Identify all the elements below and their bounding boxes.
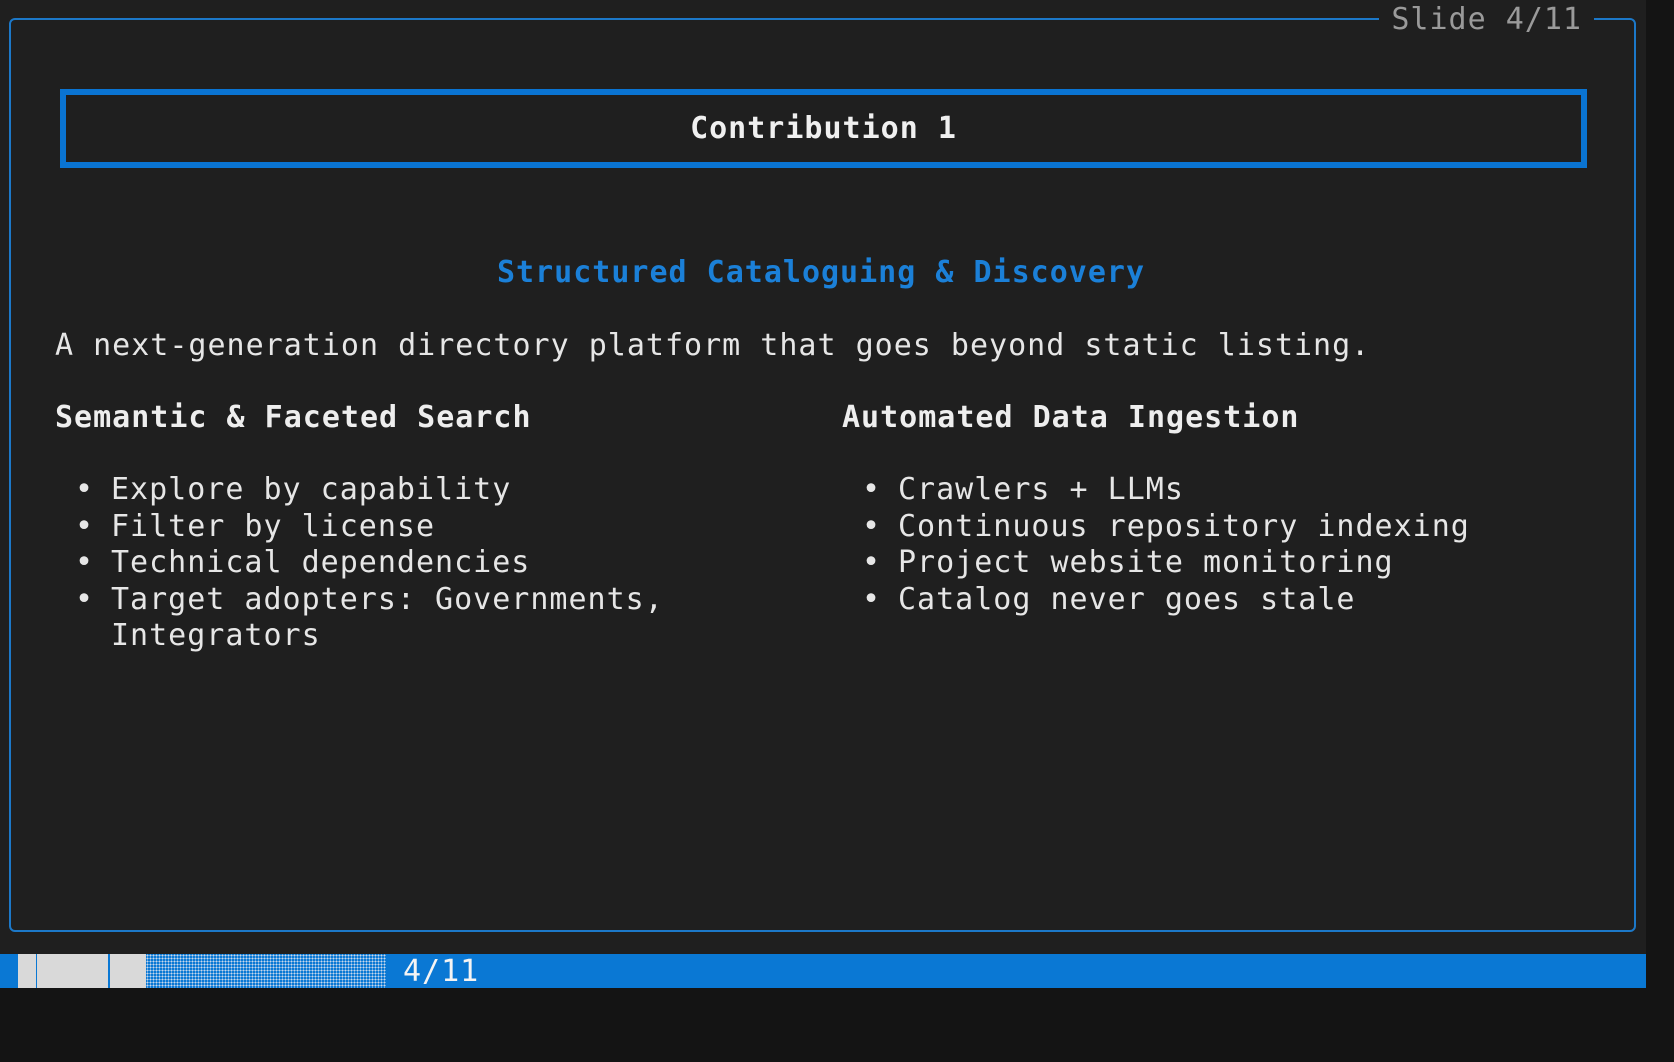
list-item: • Crawlers + LLMs: [862, 472, 1184, 507]
slide-title-box: Contribution 1: [60, 89, 1587, 168]
list-item: • Catalog never goes stale: [862, 581, 1356, 617]
list-item: • Explore by capability: [75, 472, 512, 507]
slide-subtitle: Structured Cataloguing & Discovery: [496, 255, 1146, 290]
bullet-icon: •: [862, 545, 882, 580]
list-item: • Project website monitoring: [862, 545, 1394, 580]
list-item: • Technical dependencies: [75, 545, 531, 580]
bullet-icon: •: [862, 508, 882, 544]
progress-bar-filled: [18, 954, 36, 988]
bullet-icon: •: [862, 581, 882, 617]
list-item: • Continuous repository indexing: [862, 508, 1470, 544]
right-column: Automated Data Ingestion • Crawlers + LLM…: [842, 400, 1562, 618]
progress-bar-remaining: [146, 954, 386, 988]
intro-text: A next-generation directory platform tha…: [55, 328, 1371, 363]
left-bullet-list: • Explore by capability • Filter by licens…: [55, 472, 775, 655]
progress-bar-filled: [37, 954, 108, 988]
bullet-icon: •: [75, 545, 95, 580]
screen: Slide 4/11 Contribution 1 Structured Cat…: [0, 0, 1674, 1062]
status-bar: 4/11: [0, 954, 1646, 989]
bullet-icon: •: [862, 472, 882, 507]
bullet-icon: •: [75, 581, 95, 617]
slide-title: Contribution 1: [690, 111, 957, 146]
left-column-heading: Semantic & Faceted Search: [55, 400, 532, 435]
left-column: Semantic & Faceted Search • Explore by ca…: [55, 400, 775, 655]
right-bullet-list: • Crawlers + LLMs • Continuous repository …: [842, 472, 1562, 618]
bullet-icon: •: [75, 472, 95, 507]
terminal-window: Slide 4/11 Contribution 1 Structured Cat…: [0, 0, 1646, 989]
slide-counter: Slide 4/11: [1379, 2, 1594, 38]
right-column-heading: Automated Data Ingestion: [842, 400, 1300, 435]
progress-counter: 4/11: [403, 954, 480, 989]
list-item: • Target adopters: Governments, Integrato…: [75, 581, 664, 654]
list-item: • Filter by license: [75, 508, 436, 544]
bullet-icon: •: [75, 508, 95, 544]
progress-bar-filled: [110, 954, 146, 988]
